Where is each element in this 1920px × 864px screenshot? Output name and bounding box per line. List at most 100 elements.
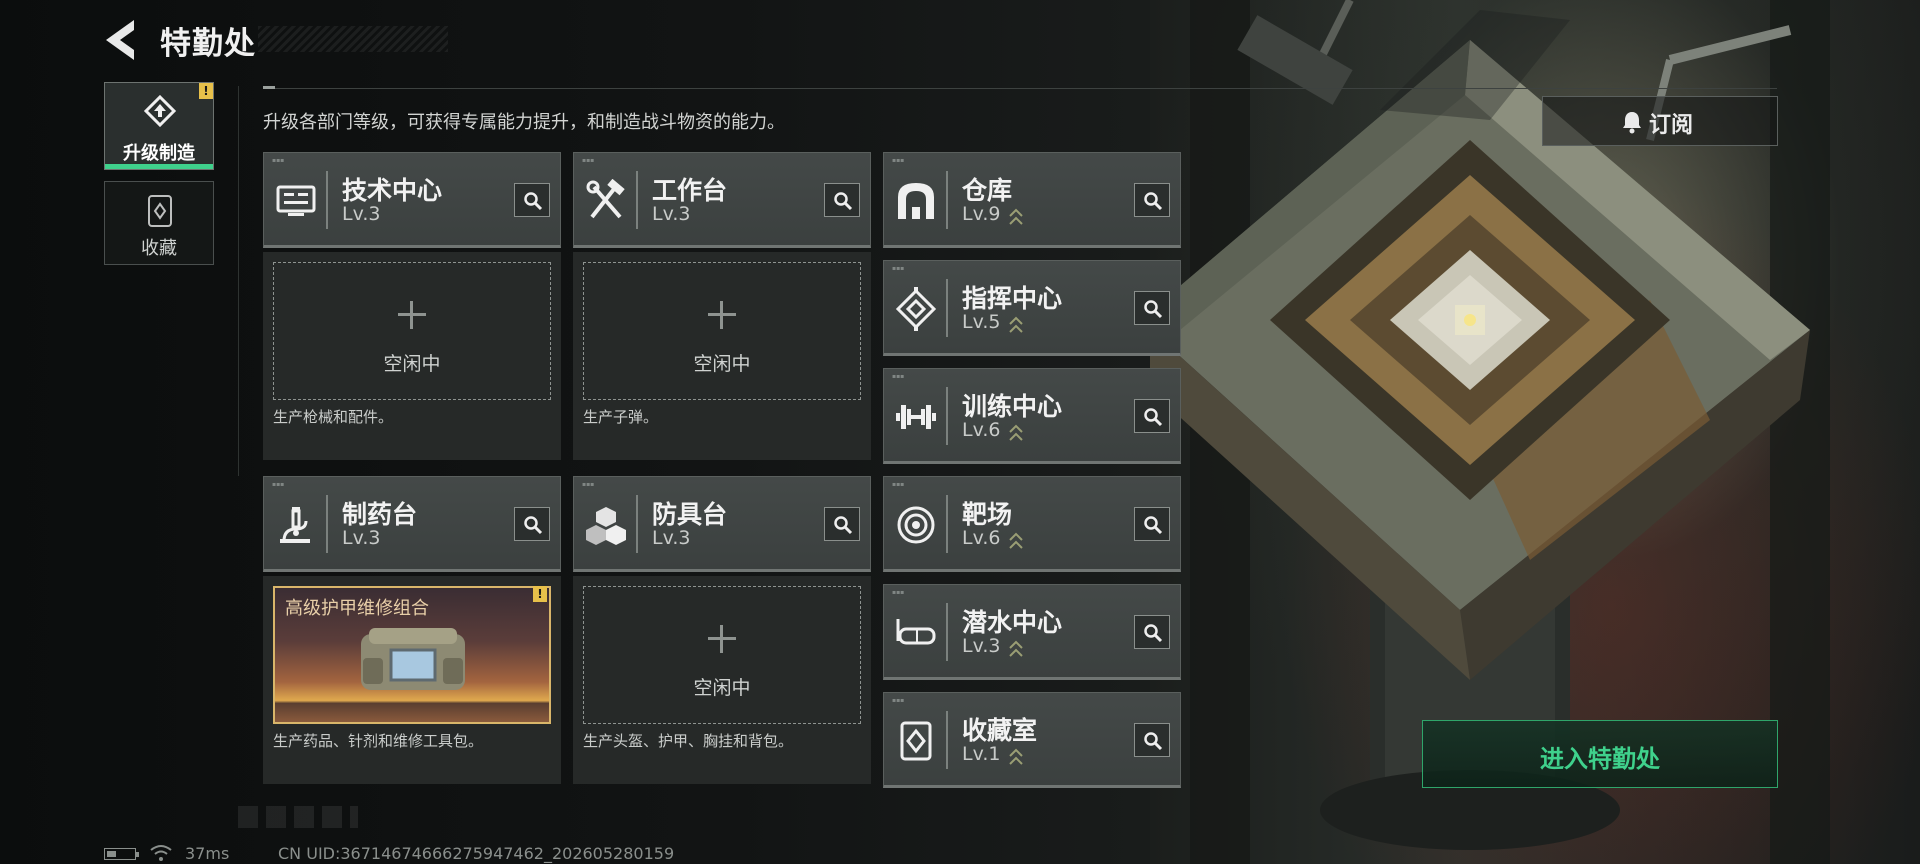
card-mark: ▪▪▪ (892, 481, 905, 488)
search-icon (1144, 516, 1163, 535)
divider-accent (263, 86, 275, 89)
card-divider (946, 279, 948, 337)
upgrade-available-icon (1009, 208, 1023, 225)
tab-collection[interactable]: 收藏 (104, 181, 214, 265)
slot-status: 空闲中 (383, 353, 441, 375)
card-mark: ▪▪▪ (892, 589, 905, 596)
divider-line (263, 88, 1777, 89)
search-button[interactable] (1134, 399, 1170, 433)
armor-bench-icon (586, 507, 626, 545)
enter-button-label: 进入特勤处 (1540, 745, 1660, 773)
subscribe-button[interactable]: 订阅 (1542, 96, 1778, 146)
diving-center-icon (896, 619, 936, 645)
card-mark: ▪▪▪ (892, 697, 905, 704)
search-button[interactable] (1134, 615, 1170, 649)
search-icon (1144, 732, 1163, 751)
tab-label: 升级制造 (123, 143, 195, 164)
empty-slot[interactable]: 空闲中 (273, 262, 551, 400)
dept-card-diving-center[interactable]: ▪▪▪ 潜水中心 Lv.3 (883, 584, 1181, 680)
card-mark: ▪▪▪ (892, 157, 905, 164)
dept-name: 指挥中心 (962, 284, 1063, 313)
enter-special-ops-button[interactable]: 进入特勤处 (1422, 720, 1778, 788)
collection-icon (148, 195, 172, 227)
dept-name: 训练中心 (962, 392, 1063, 421)
card-mark: ▪▪▪ (892, 265, 905, 272)
empty-slot[interactable]: 空闲中 (583, 586, 861, 724)
dept-name: 靶场 (962, 500, 1013, 529)
dept-level: Lv.3 (342, 203, 381, 225)
user-uid: CN UID:3671467466627594746​2_20260528015… (278, 844, 675, 863)
slot-status: 空闲中 (693, 353, 751, 375)
production-slot-armor-bench: 空闲中 生产头盔、护甲、胸挂和背包。 (573, 576, 871, 784)
search-icon (834, 516, 853, 535)
plus-icon (708, 625, 736, 653)
dept-level: Lv.3 (652, 203, 691, 225)
tech-center-icon (276, 185, 316, 216)
slot-status: 空闲中 (693, 677, 751, 699)
slot-description: 生产药品、针剂和维修工具包。 (273, 732, 484, 750)
dept-card-armor-bench[interactable]: ▪▪▪ 防具台 Lv.3 (573, 476, 871, 572)
shooting-range-icon (897, 506, 935, 544)
search-icon (524, 516, 543, 535)
search-button[interactable] (1134, 183, 1170, 217)
page-title: 特勤处 (160, 26, 256, 62)
dept-level: Lv.6 (962, 419, 1001, 441)
dept-name: 工作台 (652, 176, 728, 205)
back-arrow-icon[interactable] (104, 18, 144, 62)
tab-upgrade-manufacture[interactable]: 升级制造 ! (104, 82, 214, 170)
dept-name: 潜水中心 (962, 608, 1063, 637)
dept-card-collection-room[interactable]: ▪▪▪ 收藏室 Lv.1 (883, 692, 1181, 788)
search-icon (1144, 300, 1163, 319)
battery-level (107, 851, 116, 857)
dept-card-pharmacy[interactable]: ▪▪▪ 制药台 Lv.3 (263, 476, 561, 572)
upgrade-available-icon (1009, 640, 1023, 657)
search-button[interactable] (1134, 723, 1170, 757)
bell-icon (1623, 112, 1641, 134)
search-button[interactable] (824, 507, 860, 541)
dept-card-warehouse[interactable]: ▪▪▪ 仓库 Lv.9 (883, 152, 1181, 248)
dept-card-workbench[interactable]: ▪▪▪ 工作台 Lv.3 (573, 152, 871, 248)
card-mark: ▪▪▪ (582, 157, 595, 164)
upgrade-icon (143, 95, 177, 127)
search-icon (1144, 192, 1163, 211)
upgrade-available-icon (1009, 748, 1023, 765)
search-button[interactable] (824, 183, 860, 217)
workbench-icon (586, 179, 625, 219)
dept-level: Lv.3 (652, 527, 691, 549)
dept-name: 仓库 (962, 176, 1013, 205)
plus-icon (708, 301, 736, 329)
armor-repair-kit-icon (361, 628, 465, 690)
command-center-icon (895, 287, 937, 331)
slot-description: 生产枪械和配件。 (273, 408, 394, 426)
dept-card-shooting-range[interactable]: ▪▪▪ 靶场 Lv.6 (883, 476, 1181, 572)
search-button[interactable] (514, 507, 550, 541)
pharmacy-icon (280, 507, 310, 543)
dept-level: Lv.9 (962, 203, 1001, 225)
card-divider (636, 495, 638, 553)
dept-card-command-center[interactable]: ▪▪▪ 指挥中心 Lv.5 (883, 260, 1181, 356)
slot-description: 生产头盔、护甲、胸挂和背包。 (583, 732, 794, 750)
search-button[interactable] (1134, 507, 1170, 541)
battery-icon (104, 848, 139, 860)
card-divider (946, 495, 948, 553)
card-divider (946, 711, 948, 769)
crafting-item-slot[interactable]: 高级护甲维修组合 ! (273, 586, 551, 724)
warehouse-icon (898, 183, 934, 219)
page-description: 升级各部门等级，可获得专属能力提升，和制造战斗物资的能力。 (263, 112, 785, 133)
card-divider (636, 171, 638, 229)
search-button[interactable] (514, 183, 550, 217)
dept-card-tech-center[interactable]: ▪▪▪ 技术中心 Lv.3 (263, 152, 561, 248)
dept-name: 防具台 (652, 500, 728, 529)
search-icon (524, 192, 543, 211)
upgrade-available-icon (1009, 532, 1023, 549)
upgrade-available-icon (1009, 316, 1023, 333)
plus-icon (398, 301, 426, 329)
dept-name: 收藏室 (962, 716, 1038, 745)
wifi-icon (150, 845, 172, 861)
search-button[interactable] (1134, 291, 1170, 325)
bottom-decoration (238, 806, 358, 828)
dept-card-training-center[interactable]: ▪▪▪ 训练中心 Lv.6 (883, 368, 1181, 464)
production-slot-workbench: 空闲中 生产子弹。 (573, 252, 871, 460)
card-divider (946, 387, 948, 445)
empty-slot[interactable]: 空闲中 (583, 262, 861, 400)
